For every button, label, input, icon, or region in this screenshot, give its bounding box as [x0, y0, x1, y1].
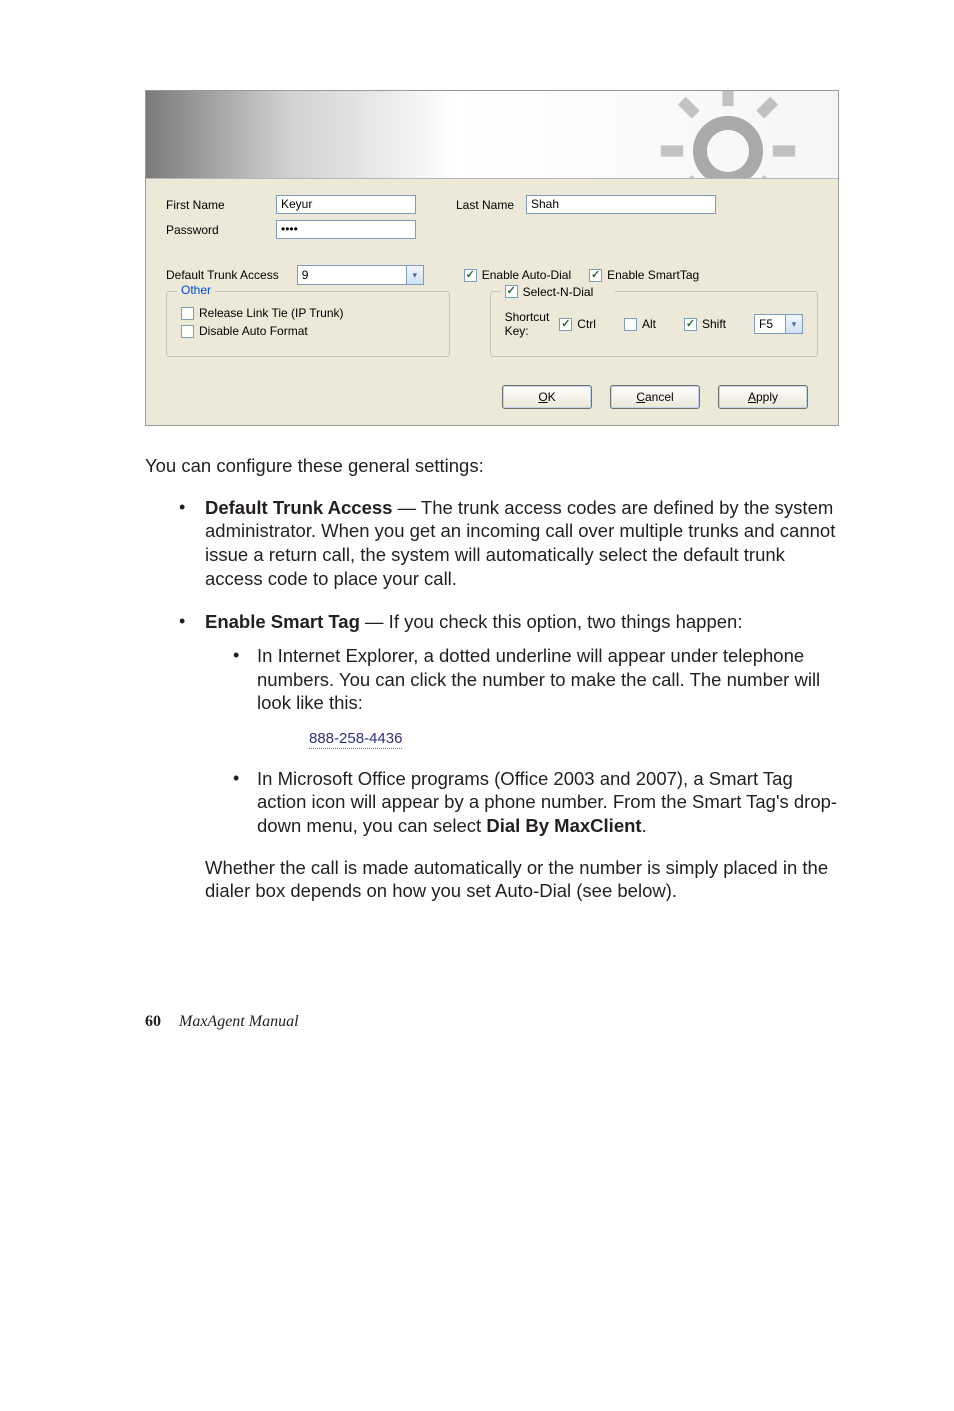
bullet-default-trunk-access: Default Trunk Access — The trunk access … — [179, 496, 839, 591]
apply-button[interactable]: Apply — [718, 385, 808, 409]
enable-smarttag-label: Enable SmartTag — [607, 268, 699, 282]
password-input[interactable]: •••• — [276, 220, 416, 239]
checkmark-icon: ✓ — [464, 269, 477, 282]
checkmark-icon: ✓ — [505, 285, 518, 298]
phone-number-sample: 888-258-4436 — [309, 730, 402, 749]
sub-bullet-office: In Microsoft Office programs (Office 200… — [233, 767, 839, 838]
enable-smarttag-checkbox[interactable]: ✓ Enable SmartTag — [589, 268, 699, 282]
disable-auto-format-label: Disable Auto Format — [199, 324, 308, 338]
other-fieldset: Other Release Link Tie (IP Trunk) Disabl… — [166, 291, 450, 357]
sub-bullet-text: In Internet Explorer, a dotted underline… — [257, 645, 820, 713]
bullet-title: Default Trunk Access — [205, 497, 392, 518]
fkey-dropdown[interactable]: F5 ▾ — [754, 314, 803, 334]
default-trunk-access-label: Default Trunk Access — [166, 268, 279, 282]
ctrl-checkbox[interactable]: ✓ Ctrl — [559, 317, 596, 331]
page-number: 60 — [145, 1013, 161, 1030]
last-name-input[interactable]: Shah — [526, 195, 716, 214]
settings-dialog: × First Name Keyur Las — [145, 90, 839, 426]
dialog-banner — [146, 91, 838, 179]
checkmark-icon: ✓ — [559, 318, 572, 331]
bullet-enable-smart-tag: Enable Smart Tag — If you check this opt… — [179, 610, 839, 903]
select-n-dial-checkbox[interactable]: ✓ Select-N-Dial — [505, 285, 594, 299]
last-name-label: Last Name — [456, 198, 526, 212]
shift-label: Shift — [702, 317, 726, 331]
alt-checkbox[interactable]: Alt — [624, 317, 656, 331]
bullet-body: — If you check this option, two things h… — [360, 611, 743, 632]
sub-bullet-text-post: . — [642, 815, 647, 836]
disable-auto-format-checkbox[interactable]: Disable Auto Format — [181, 324, 435, 338]
default-trunk-access-dropdown[interactable]: 9 ▾ — [297, 265, 424, 285]
checkmark-icon: ✓ — [684, 318, 697, 331]
sub-bullet-bold: Dial By MaxClient — [486, 815, 641, 836]
gear-icon — [658, 91, 798, 179]
password-label: Password — [166, 223, 276, 237]
checkbox-empty-icon — [181, 325, 194, 338]
enable-auto-dial-checkbox[interactable]: ✓ Enable Auto-Dial — [464, 268, 571, 282]
closing-paragraph: Whether the call is made automatically o… — [205, 856, 839, 903]
first-name-input[interactable]: Keyur — [276, 195, 416, 214]
cancel-button[interactable]: Cancel — [610, 385, 700, 409]
enable-auto-dial-label: Enable Auto-Dial — [482, 268, 571, 282]
ctrl-label: Ctrl — [577, 317, 596, 331]
ok-button[interactable]: OK — [502, 385, 592, 409]
fkey-value: F5 — [755, 315, 785, 333]
other-legend: Other — [177, 283, 215, 297]
alt-label: Alt — [642, 317, 656, 331]
shortcut-key-label: Shortcut Key: — [505, 310, 550, 338]
bullet-title: Enable Smart Tag — [205, 611, 360, 632]
page-footer: 60 MaxAgent Manual — [145, 1013, 839, 1031]
chevron-down-icon[interactable]: ▾ — [406, 266, 423, 284]
intro-text: You can configure these general settings… — [145, 454, 839, 478]
first-name-label: First Name — [166, 198, 276, 212]
select-n-dial-fieldset: ✓ Select-N-Dial Shortcut Key: ✓ Ctrl Alt — [490, 291, 818, 357]
manual-title: MaxAgent Manual — [179, 1013, 299, 1030]
sub-bullet-ie: In Internet Explorer, a dotted underline… — [233, 644, 839, 749]
chevron-down-icon[interactable]: ▾ — [785, 315, 802, 333]
shift-checkbox[interactable]: ✓ Shift — [684, 317, 726, 331]
default-trunk-access-value: 9 — [298, 266, 406, 284]
checkmark-icon: ✓ — [589, 269, 602, 282]
checkbox-empty-icon — [181, 307, 194, 320]
checkbox-empty-icon — [624, 318, 637, 331]
select-n-dial-label: Select-N-Dial — [523, 285, 594, 299]
release-link-tie-checkbox[interactable]: Release Link Tie (IP Trunk) — [181, 306, 435, 320]
release-link-tie-label: Release Link Tie (IP Trunk) — [199, 306, 344, 320]
